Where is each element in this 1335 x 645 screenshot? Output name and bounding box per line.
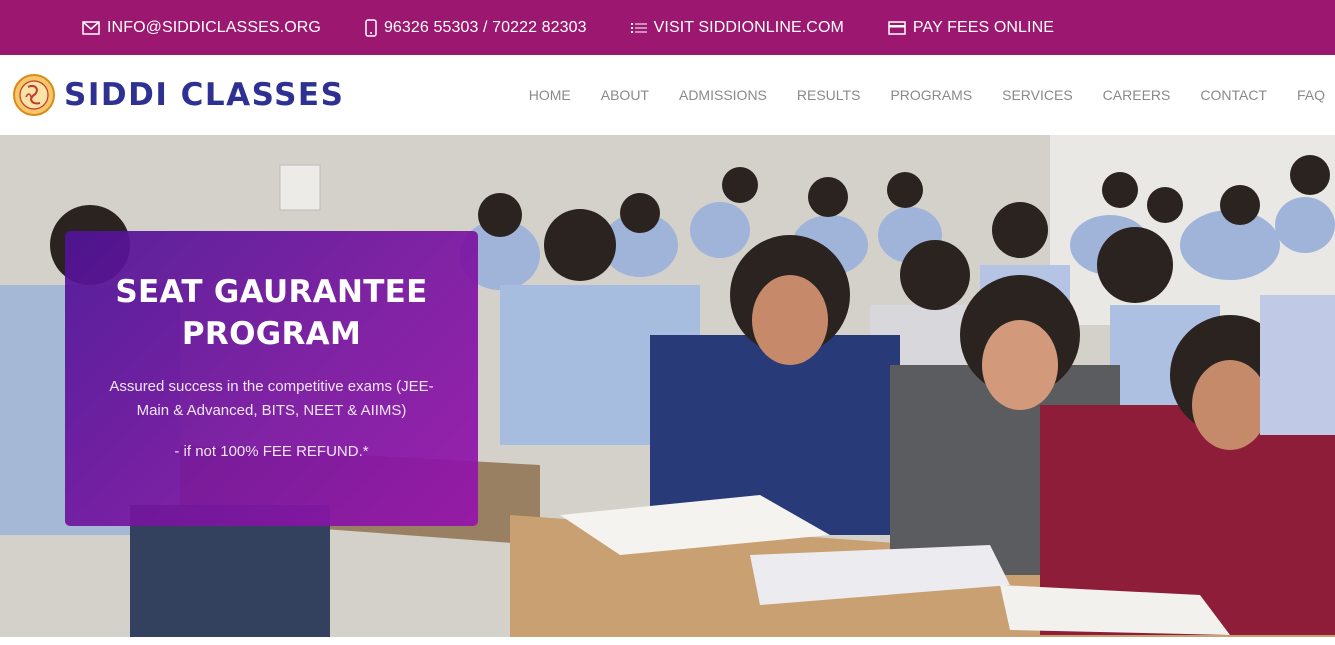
promo-title: SEAT GAURANTEE PROGRAM — [95, 271, 448, 355]
email-text: INFO@SIDDICLASSES.ORG — [107, 18, 321, 36]
menu-item-admissions[interactable]: ADMISSIONS — [679, 87, 767, 103]
promo-description: Assured success in the competitive exams… — [109, 378, 434, 419]
menu-item-faq[interactable]: FAQ — [1297, 87, 1325, 103]
menu-item-contact[interactable]: CONTACT — [1200, 87, 1267, 103]
top-contact-bar: INFO@SIDDICLASSES.ORG 96326 55303 / 7022… — [0, 0, 1335, 55]
main-navbar: SIDDI CLASSES HOME ABOUT ADMISSIONS RESU… — [0, 55, 1335, 135]
menu-item-results[interactable]: RESULTS — [797, 87, 861, 103]
pay-fees-link[interactable]: PAY FEES ONLINE — [888, 19, 1054, 37]
page-bottom — [0, 637, 1335, 645]
main-menu: HOME ABOUT ADMISSIONS RESULTS PROGRAMS S… — [529, 87, 1335, 103]
phone-icon — [365, 18, 377, 37]
website-link[interactable]: VISIT SIDDIONLINE.COM — [630, 18, 844, 37]
list-icon — [630, 22, 647, 33]
brand-name: SIDDI CLASSES — [64, 77, 345, 113]
phone-link[interactable]: 96326 55303 / 70222 82303 — [365, 19, 587, 37]
menu-item-services[interactable]: SERVICES — [1002, 87, 1073, 103]
envelope-icon — [82, 20, 100, 35]
hero-banner: SEAT GAURANTEE PROGRAM Assured success i… — [0, 135, 1335, 637]
phone-text: 96326 55303 / 70222 82303 — [383, 18, 587, 36]
email-link[interactable]: INFO@SIDDICLASSES.ORG — [82, 19, 321, 37]
promo-title-line1: SEAT GAURANTEE — [115, 274, 428, 310]
promo-title-line2: PROGRAM — [181, 316, 362, 352]
seat-guarantee-card: SEAT GAURANTEE PROGRAM Assured success i… — [65, 231, 478, 526]
card-icon — [888, 20, 906, 35]
website-text: VISIT SIDDIONLINE.COM — [653, 18, 844, 36]
promo-refund-note: - if not 100% FEE REFUND.* — [174, 443, 369, 460]
brand-logo-link[interactable]: SIDDI CLASSES — [12, 73, 344, 117]
menu-item-home[interactable]: HOME — [529, 87, 571, 103]
menu-item-about[interactable]: ABOUT — [601, 87, 649, 103]
pay-fees-text: PAY FEES ONLINE — [912, 18, 1055, 36]
menu-item-programs[interactable]: PROGRAMS — [890, 87, 972, 103]
menu-item-careers[interactable]: CAREERS — [1103, 87, 1171, 103]
ganesha-logo-icon — [13, 74, 55, 116]
